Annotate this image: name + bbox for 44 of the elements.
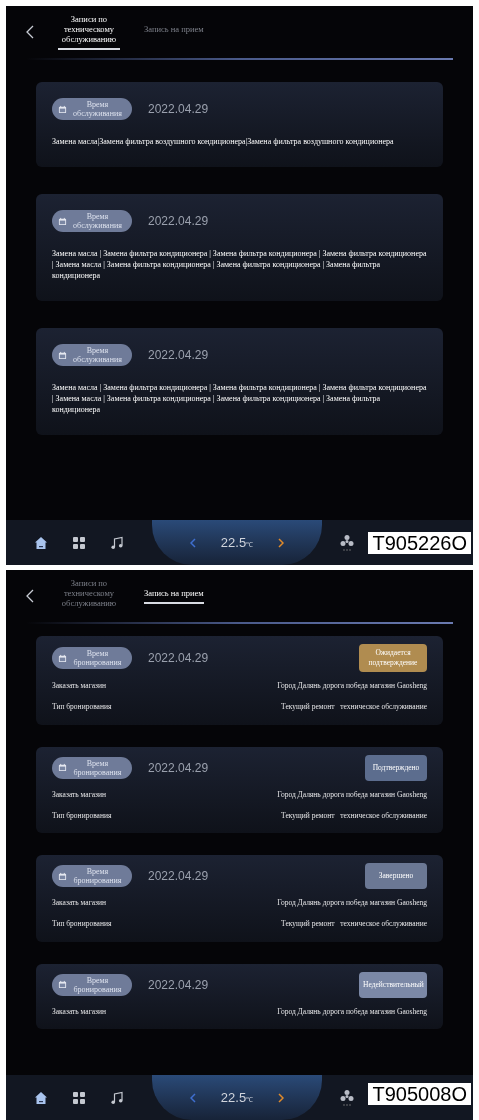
time-badge: Время обслуживания <box>52 210 132 232</box>
time-badge: Время обслуживания <box>52 344 132 366</box>
fan-icon[interactable] <box>340 1088 354 1107</box>
home-icon[interactable] <box>34 535 48 550</box>
service-description: Замена масла | Замена фильтра кондиционера | Замена фильтра кондиционера | Замена фильтра кондиционера | Замена масла | Замена фильтра кондиционера | Замена фильтра кондиционера | Замена фильтра кондиционера <box>52 248 427 281</box>
time-badge: Время бронирования <box>52 647 132 669</box>
date-text: 2022.04.29 <box>148 868 209 885</box>
apps-grid-icon[interactable] <box>72 535 86 550</box>
time-badge: Время бронирования <box>52 865 132 887</box>
back-icon[interactable] <box>26 25 34 39</box>
tab[interactable]: Запись на прием <box>144 24 204 40</box>
service-description: Замена масла | Замена фильтра кондиционера | Замена фильтра кондиционера | Замена фильтра кондиционера | Замена масла | Замена фильтра кондиционера | Замена фильтра кондиционера | Замена фильтра кондиционера <box>52 382 427 415</box>
calendar-icon <box>58 104 67 114</box>
date-text: 2022.04.29 <box>148 976 209 994</box>
chevron-left-icon[interactable] <box>190 537 196 548</box>
music-note-icon[interactable] <box>110 535 124 550</box>
calendar-icon <box>58 350 67 360</box>
back-icon[interactable] <box>26 589 34 603</box>
music-note-icon[interactable] <box>110 1090 124 1105</box>
figure-label: T905008O <box>368 1083 471 1105</box>
date-text: 2022.04.29 <box>148 650 209 667</box>
calendar-icon <box>58 763 67 772</box>
chevron-left-icon[interactable] <box>190 1092 196 1103</box>
date-text: 2022.04.29 <box>148 759 209 777</box>
calendar-icon <box>58 980 67 989</box>
calendar-icon <box>58 216 67 226</box>
time-badge: Время бронирования <box>52 973 132 996</box>
apps-grid-icon[interactable] <box>72 1090 86 1105</box>
tab[interactable]: Записи по техническому обслуживанию <box>58 578 120 614</box>
time-badge: Время бронирования <box>52 756 132 779</box>
home-icon[interactable] <box>34 1090 48 1105</box>
tab[interactable]: Запись на прием <box>144 588 204 604</box>
calendar-icon <box>58 653 67 663</box>
time-badge: Время обслуживания <box>52 98 132 120</box>
service-description: Замена масла|Замена фильтра воздушного кондиционера|Замена фильтра воздушного кондиционера <box>52 136 395 147</box>
date-text: 2022.04.29 <box>148 213 209 230</box>
calendar-icon <box>58 871 67 881</box>
date-text: 2022.04.29 <box>148 347 209 364</box>
tab[interactable]: Записи по техническому обслуживанию <box>58 14 120 50</box>
figure-label: T905226O <box>368 532 471 554</box>
fan-icon[interactable] <box>340 533 354 552</box>
chevron-right-icon[interactable] <box>278 1092 284 1103</box>
chevron-right-icon[interactable] <box>278 537 284 548</box>
date-text: 2022.04.29 <box>148 101 209 118</box>
